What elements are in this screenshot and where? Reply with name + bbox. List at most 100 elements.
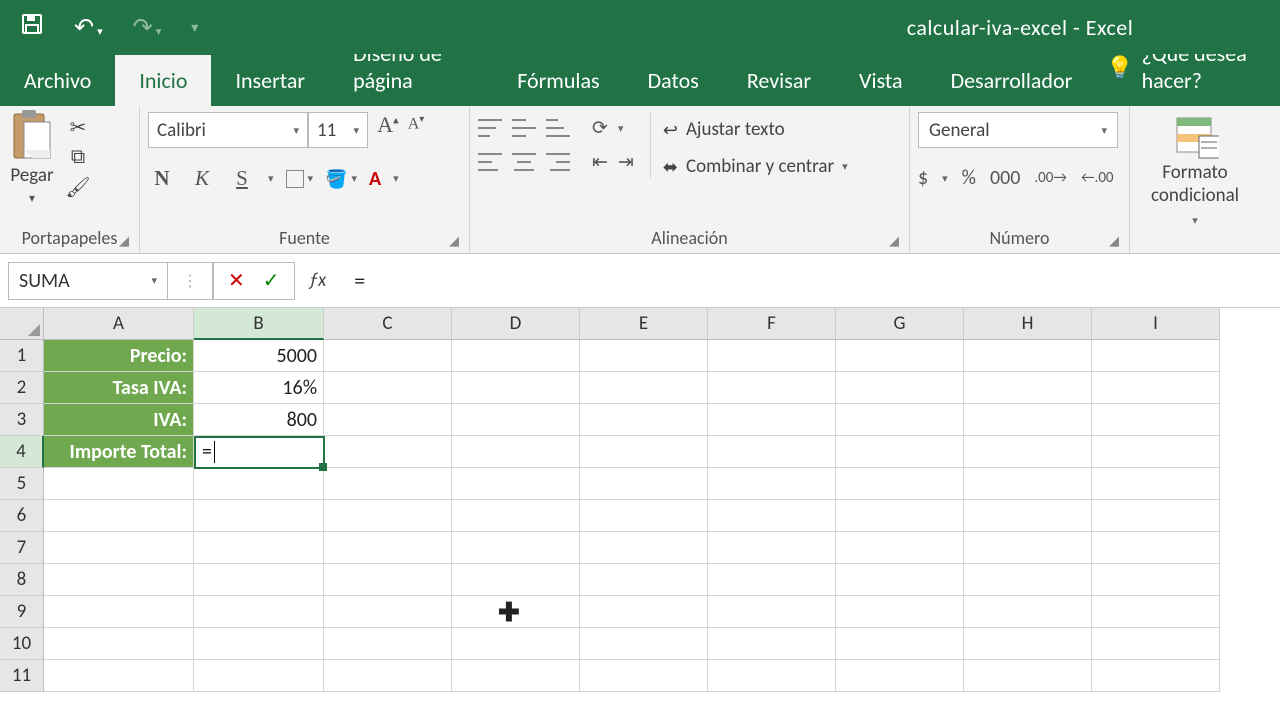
dialog-launcher-icon[interactable]: ◢ xyxy=(449,234,459,249)
underline-dropdown-icon[interactable]: ▾ xyxy=(268,172,274,185)
cell[interactable] xyxy=(194,564,324,596)
cell[interactable] xyxy=(44,500,194,532)
align-bottom-icon[interactable] xyxy=(546,116,570,140)
row-header[interactable]: 6 xyxy=(0,500,44,532)
cell[interactable] xyxy=(1092,404,1220,436)
dialog-launcher-icon[interactable]: ◢ xyxy=(1109,234,1119,249)
select-all-button[interactable] xyxy=(0,308,44,340)
merge-center-button[interactable]: ⬌ Combinar y centrar ▾ xyxy=(663,155,848,178)
cell[interactable] xyxy=(708,596,836,628)
merge-dropdown-icon[interactable]: ▾ xyxy=(842,160,848,173)
cell[interactable] xyxy=(964,564,1092,596)
cell[interactable] xyxy=(44,532,194,564)
cell[interactable] xyxy=(708,436,836,468)
font-color-dropdown-icon[interactable]: ▾ xyxy=(393,172,399,185)
redo-icon[interactable]: ↷▾ xyxy=(133,13,162,42)
cell[interactable] xyxy=(324,500,452,532)
tab-datos[interactable]: Datos xyxy=(624,55,723,106)
cell[interactable] xyxy=(324,436,452,468)
expand-icon[interactable]: ⋮ xyxy=(182,271,198,291)
cell[interactable] xyxy=(324,532,452,564)
cell[interactable] xyxy=(836,340,964,372)
cell[interactable] xyxy=(580,532,708,564)
conditional-format-button[interactable]: Formato condicional ▾ xyxy=(1138,112,1252,230)
cell[interactable] xyxy=(1092,372,1220,404)
tab-formulas[interactable]: Fórmulas xyxy=(493,55,623,106)
cell[interactable]: 5000 xyxy=(194,340,324,372)
row-header[interactable]: 4 xyxy=(0,436,44,468)
paste-button[interactable]: Pegar ▾ xyxy=(8,112,56,206)
font-color-button[interactable]: A xyxy=(369,167,381,191)
align-top-icon[interactable] xyxy=(478,116,502,140)
cell[interactable] xyxy=(580,404,708,436)
cell[interactable] xyxy=(836,468,964,500)
cell[interactable] xyxy=(964,628,1092,660)
paste-dropdown-icon[interactable]: ▾ xyxy=(29,191,35,206)
row-header[interactable]: 9 xyxy=(0,596,44,628)
cell[interactable] xyxy=(194,468,324,500)
cell[interactable] xyxy=(580,660,708,692)
increase-decimal-icon[interactable]: .00→ xyxy=(1034,169,1067,187)
cell[interactable] xyxy=(452,660,580,692)
cell[interactable] xyxy=(324,468,452,500)
cell[interactable] xyxy=(964,372,1092,404)
row-header[interactable]: 11 xyxy=(0,660,44,692)
cell[interactable] xyxy=(580,340,708,372)
tab-archivo[interactable]: Archivo xyxy=(0,55,115,106)
format-painter-icon[interactable]: 🖌 xyxy=(64,176,92,198)
cell[interactable] xyxy=(194,500,324,532)
wrap-text-button[interactable]: ↩ Ajustar texto xyxy=(663,118,848,141)
cell[interactable] xyxy=(580,436,708,468)
dialog-launcher-icon[interactable]: ◢ xyxy=(889,234,899,249)
cell[interactable] xyxy=(324,564,452,596)
column-header[interactable]: G xyxy=(836,308,964,340)
cell[interactable] xyxy=(964,468,1092,500)
cell[interactable] xyxy=(964,340,1092,372)
cell[interactable] xyxy=(452,500,580,532)
cell[interactable] xyxy=(452,564,580,596)
cell[interactable] xyxy=(964,660,1092,692)
tab-desarrollador[interactable]: Desarrollador xyxy=(927,55,1097,106)
cell[interactable] xyxy=(580,596,708,628)
align-middle-icon[interactable] xyxy=(512,116,536,140)
underline-button[interactable]: S xyxy=(228,166,256,191)
align-right-icon[interactable] xyxy=(546,150,570,174)
cell[interactable] xyxy=(836,372,964,404)
cell[interactable] xyxy=(708,340,836,372)
comma-format-button[interactable]: 000 xyxy=(990,166,1020,190)
cell[interactable] xyxy=(580,564,708,596)
cell[interactable] xyxy=(1092,436,1220,468)
cell[interactable] xyxy=(452,372,580,404)
dialog-launcher-icon[interactable]: ◢ xyxy=(119,234,129,249)
cell[interactable] xyxy=(452,340,580,372)
row-header[interactable]: 10 xyxy=(0,628,44,660)
enter-edit-icon[interactable]: ✓ xyxy=(263,268,280,293)
row-header[interactable]: 2 xyxy=(0,372,44,404)
cell[interactable] xyxy=(836,596,964,628)
border-button[interactable]: ▾ xyxy=(286,170,314,188)
cell[interactable] xyxy=(964,436,1092,468)
bold-button[interactable]: N xyxy=(148,166,176,191)
cell[interactable] xyxy=(194,596,324,628)
cell[interactable] xyxy=(194,660,324,692)
cell[interactable] xyxy=(324,372,452,404)
increase-font-icon[interactable]: A▴ xyxy=(374,112,402,148)
name-box[interactable]: SUMA ▾ xyxy=(8,262,168,300)
cell[interactable] xyxy=(836,532,964,564)
cell[interactable] xyxy=(836,660,964,692)
orientation-icon[interactable]: ⟳ xyxy=(592,117,608,140)
cell[interactable] xyxy=(708,500,836,532)
cell[interactable] xyxy=(1092,660,1220,692)
copy-icon[interactable]: ⧉ xyxy=(64,146,92,168)
cell[interactable] xyxy=(452,436,580,468)
italic-button[interactable]: K xyxy=(188,166,216,191)
cell[interactable]: 16% xyxy=(194,372,324,404)
increase-indent-icon[interactable]: ⇥ xyxy=(618,151,634,174)
cell[interactable]: IVA: xyxy=(44,404,194,436)
cell[interactable] xyxy=(836,564,964,596)
cell[interactable] xyxy=(1092,340,1220,372)
qat-customize-icon[interactable]: ▾ xyxy=(191,19,198,36)
column-header[interactable]: H xyxy=(964,308,1092,340)
cell[interactable] xyxy=(324,340,452,372)
cell[interactable] xyxy=(836,628,964,660)
